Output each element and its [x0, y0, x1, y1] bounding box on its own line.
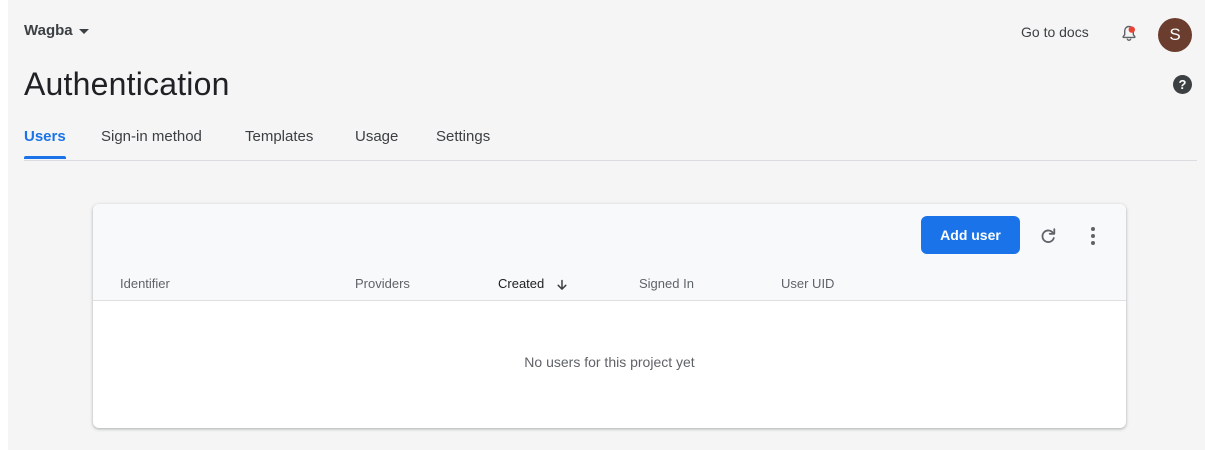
refresh-icon[interactable] — [1038, 226, 1058, 246]
go-to-docs-link[interactable]: Go to docs — [1021, 24, 1089, 40]
add-user-button[interactable]: Add user — [921, 216, 1020, 254]
column-header-created-label[interactable]: Created — [498, 276, 544, 291]
help-icon[interactable]: ? — [1173, 75, 1192, 94]
bell-icon[interactable] — [1120, 24, 1138, 42]
tab-settings[interactable]: Settings — [436, 128, 490, 159]
column-header-user-uid: User UID — [781, 276, 835, 291]
tab-bar: Users Sign-in method Templates Usage Set… — [24, 128, 1197, 161]
column-header-providers: Providers — [355, 276, 410, 291]
avatar[interactable]: S — [1158, 18, 1192, 52]
tab-sign-in-method[interactable]: Sign-in method — [101, 128, 202, 159]
more-vert-icon[interactable] — [1089, 225, 1097, 247]
project-selector[interactable]: Wagba — [24, 22, 89, 39]
column-header-signed-in: Signed In — [639, 276, 694, 291]
tab-templates[interactable]: Templates — [245, 128, 313, 159]
column-header-created[interactable]: Created — [498, 276, 568, 291]
tab-usage[interactable]: Usage — [355, 128, 398, 159]
project-name[interactable]: Wagba — [24, 22, 73, 39]
auth-page: Wagba Go to docs S Authentication ? User… — [8, 0, 1205, 450]
column-header-identifier: Identifier — [120, 276, 170, 291]
table-header: Add user Identifier Providers Created Si… — [93, 204, 1126, 301]
tab-users[interactable]: Users — [24, 128, 66, 159]
page-title: Authentication — [24, 66, 230, 102]
chevron-down-icon[interactable] — [78, 29, 89, 34]
arrow-down-icon[interactable] — [556, 279, 568, 291]
empty-state-message: No users for this project yet — [524, 354, 695, 370]
users-table-card: Add user Identifier Providers Created Si… — [93, 204, 1126, 428]
